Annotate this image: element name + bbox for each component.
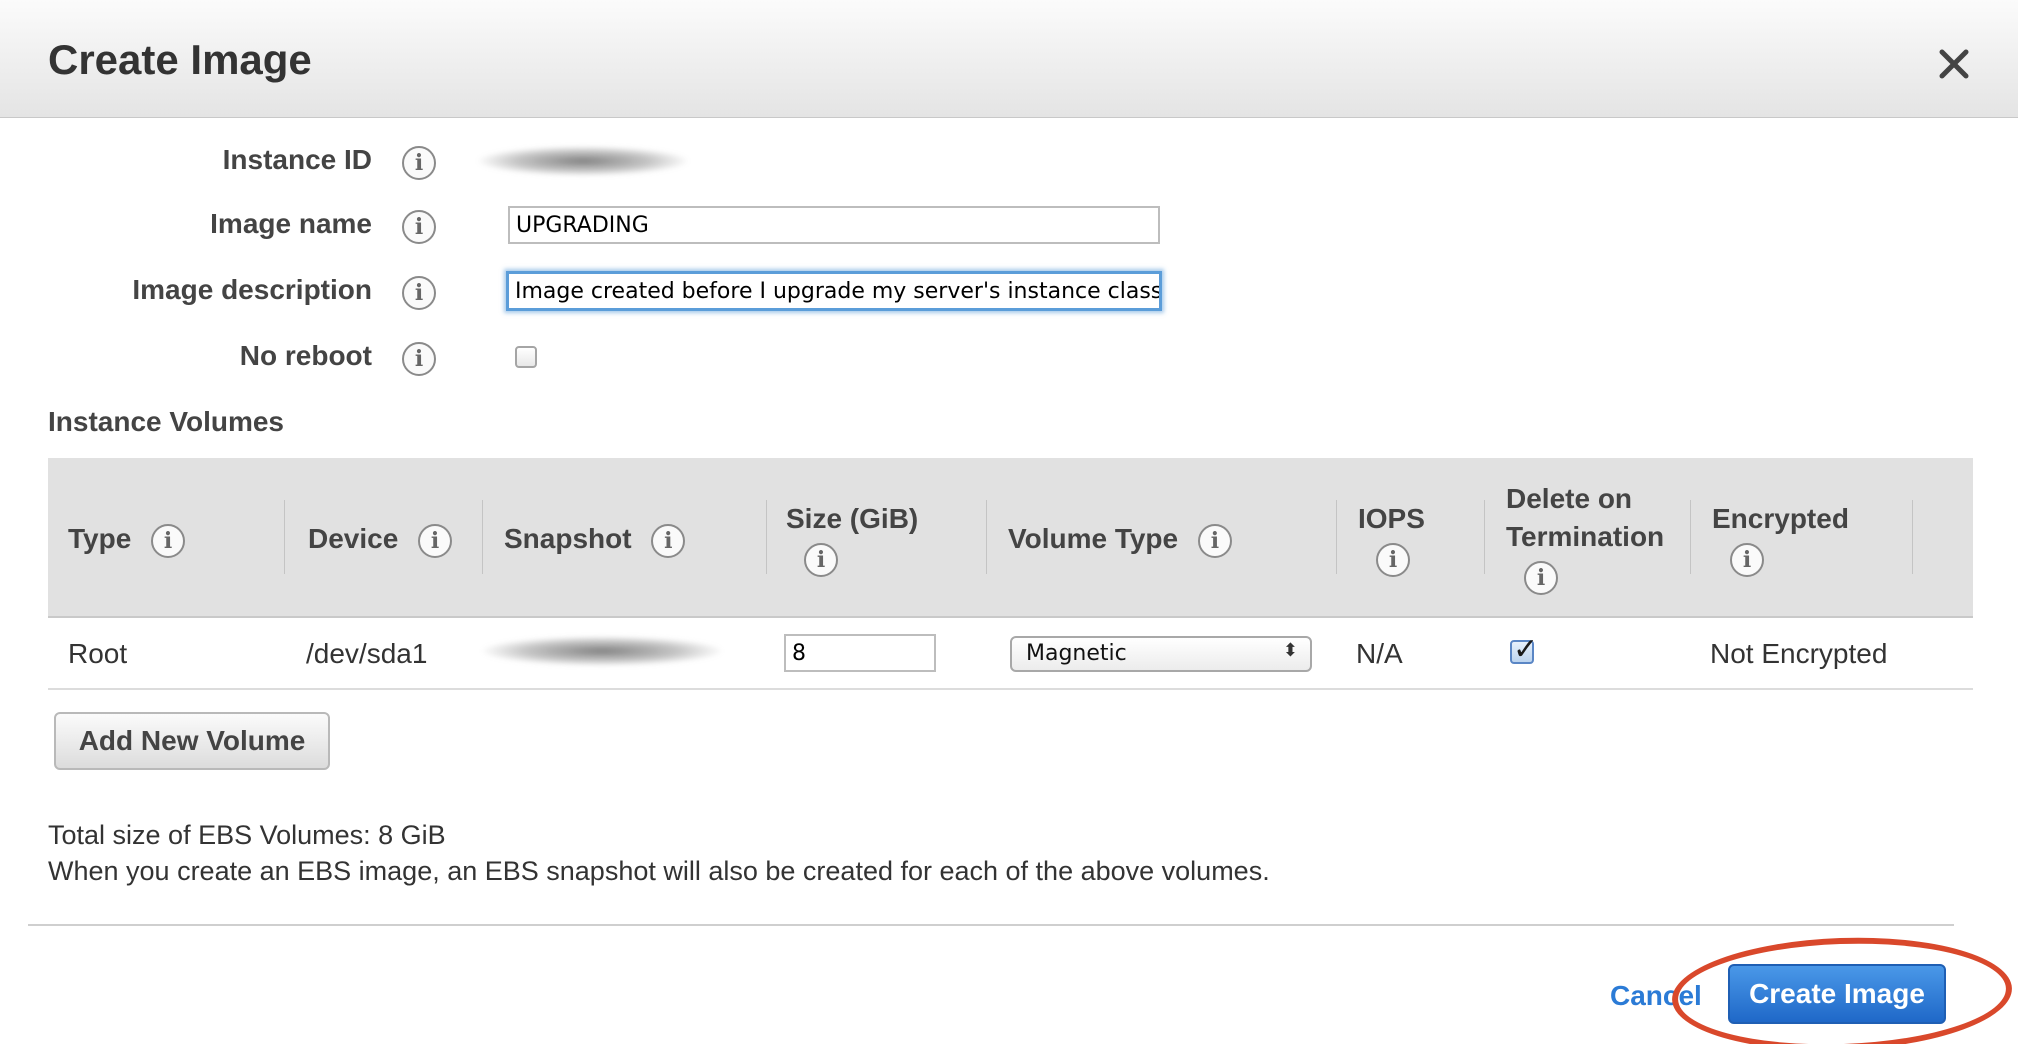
total-size-text: Total size of EBS Volumes: 8 GiB	[48, 820, 446, 850]
create-image-button[interactable]: Create Image	[1728, 964, 1946, 1024]
column-header-label: IOPS	[1358, 503, 1425, 534]
column-header-label: Encrypted	[1712, 503, 1849, 534]
snapshot-redacted	[482, 636, 722, 666]
cell-encrypted: Not Encrypted	[1710, 638, 1888, 669]
snapshot-note-text: When you create an EBS image, an EBS sna…	[48, 856, 1270, 886]
info-icon[interactable]: i	[804, 542, 838, 577]
info-icon[interactable]: i	[651, 523, 686, 558]
column-header-iops: IOPS i	[1358, 500, 1425, 577]
column-divider	[1690, 500, 1691, 574]
column-header-size: Size (GiB) i	[786, 500, 918, 577]
info-icon[interactable]: i	[151, 523, 186, 558]
add-new-volume-button[interactable]: Add New Volume	[54, 712, 330, 770]
image-name-input[interactable]: UPGRADING	[508, 206, 1160, 244]
image-description-label: Image description	[132, 274, 372, 305]
column-divider	[986, 500, 987, 574]
footer-divider	[28, 924, 1954, 926]
column-header-label: Type	[68, 523, 132, 554]
column-header-delete-on-termination: Delete on Termination i	[1506, 480, 1664, 595]
column-header-volume-type: Volume Type i	[1008, 520, 1232, 558]
instance-volumes-title: Instance Volumes	[48, 406, 285, 437]
info-icon[interactable]: i	[402, 276, 436, 310]
info-icon[interactable]: i	[402, 210, 436, 244]
column-divider	[766, 500, 767, 574]
column-header-device: Device i	[308, 520, 453, 558]
table-header: Type i Device i Snapshot i Size (GiB) i …	[48, 458, 1973, 618]
info-icon[interactable]: i	[1376, 542, 1410, 577]
column-header-label: Snapshot	[504, 523, 632, 554]
dialog-header: Create Image	[0, 0, 2018, 118]
volume-type-select[interactable]: Magnetic ⬍	[1010, 636, 1312, 672]
column-header-snapshot: Snapshot i	[504, 520, 686, 558]
info-icon[interactable]: i	[1197, 523, 1232, 558]
close-icon[interactable]	[1934, 44, 1974, 84]
column-header-label: Delete on	[1506, 483, 1633, 514]
column-divider	[1336, 500, 1337, 574]
column-divider	[1484, 500, 1485, 574]
info-icon[interactable]: i	[1524, 560, 1558, 595]
info-icon[interactable]: i	[1730, 542, 1764, 577]
column-header-label: Volume Type	[1008, 523, 1179, 554]
no-reboot-label: No reboot	[239, 340, 372, 371]
size-input[interactable]: 8	[784, 634, 936, 672]
info-icon[interactable]: i	[418, 523, 453, 558]
column-header-type: Type i	[68, 520, 186, 558]
cell-device: /dev/sda1	[306, 638, 428, 669]
no-reboot-checkbox[interactable]	[515, 346, 537, 368]
image-name-label: Image name	[210, 208, 372, 239]
image-description-input[interactable]: Image created before I upgrade my server…	[506, 271, 1162, 311]
checkmark-icon: ✓	[1513, 633, 1539, 666]
cancel-link[interactable]: Cancel	[1610, 980, 1702, 1012]
column-header-label: Termination	[1506, 521, 1665, 552]
column-divider	[284, 500, 285, 574]
table-row: Root /dev/sda1 8 Magnetic ⬍ N/A ✓ Not En…	[48, 618, 1973, 690]
delete-on-termination-checkbox[interactable]: ✓	[1510, 633, 1538, 666]
instance-id-label: Instance ID	[222, 144, 372, 175]
instance-id-redacted	[478, 146, 688, 176]
column-header-label: Size (GiB)	[786, 503, 919, 534]
close-icon-glyph	[1939, 49, 1969, 79]
dialog-title: Create Image	[48, 36, 312, 83]
info-icon[interactable]: i	[402, 146, 436, 180]
column-header-label: Device	[308, 523, 399, 554]
column-header-encrypted: Encrypted i	[1712, 500, 1849, 577]
column-divider	[482, 500, 483, 574]
volume-type-selected-value: Magnetic	[1026, 641, 1127, 666]
cell-type: Root	[68, 638, 128, 669]
cell-iops: N/A	[1356, 638, 1403, 669]
select-arrows-icon: ⬍	[1282, 640, 1298, 661]
info-icon[interactable]: i	[402, 342, 436, 376]
column-divider	[1912, 500, 1913, 574]
